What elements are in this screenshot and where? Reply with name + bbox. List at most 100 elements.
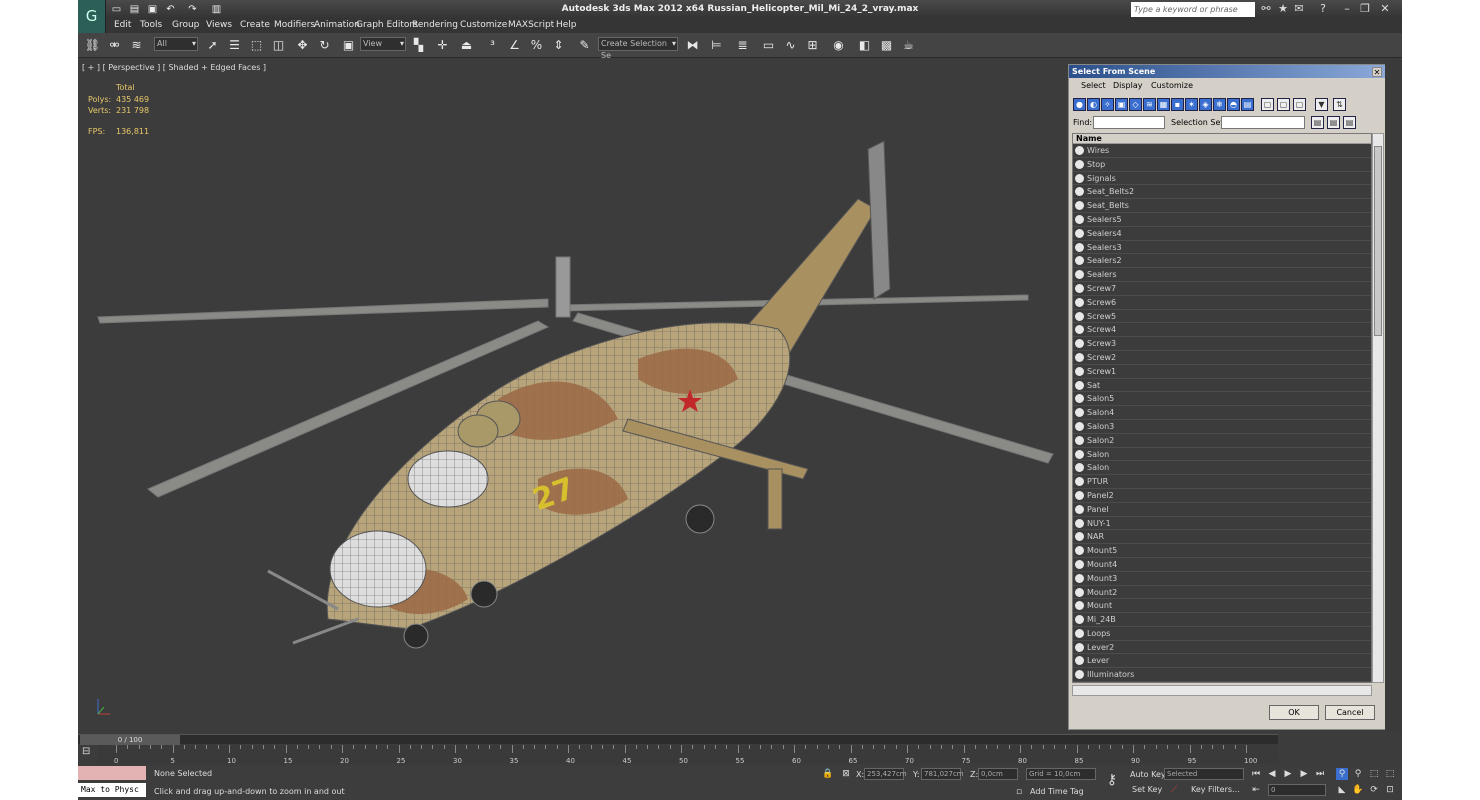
render-setup-icon[interactable]: ◧ xyxy=(856,37,873,54)
key-mode-toggle-icon[interactable]: ⇤ xyxy=(1250,784,1262,796)
z-coordinate-field[interactable]: 0,0cm xyxy=(978,768,1018,780)
list-item[interactable]: Mi_24B xyxy=(1073,613,1371,627)
list-item[interactable]: Illuminators xyxy=(1073,668,1371,682)
select-by-name-icon[interactable]: ☰ xyxy=(226,37,243,54)
list-item[interactable]: Screw1 xyxy=(1073,364,1371,379)
perspective-viewport[interactable]: [ + ] [ Perspective ] [ Shaded + Edged F… xyxy=(78,59,1068,731)
menu-group[interactable]: Group xyxy=(172,20,199,30)
graphite-ribbon-icon[interactable]: ▭ xyxy=(760,37,777,54)
select-invert-icon[interactable]: ▢ xyxy=(1293,98,1306,111)
new-file-icon[interactable]: ▭ xyxy=(110,3,123,16)
list-item[interactable]: Wires xyxy=(1073,144,1371,158)
curve-editor-icon[interactable]: ∿ xyxy=(782,37,799,54)
menu-animation[interactable]: Animation xyxy=(314,20,360,30)
bind-spacewarp-icon[interactable]: ≋ xyxy=(128,37,145,54)
display-lights-icon[interactable]: ✧ xyxy=(1101,98,1114,111)
display-geometry-icon[interactable]: ● xyxy=(1073,98,1086,111)
zoom-extents-all-icon[interactable]: ⬚ xyxy=(1384,768,1396,780)
zoom-all-icon[interactable]: ⚲ xyxy=(1352,768,1364,780)
project-folder-icon[interactable]: ▥ xyxy=(210,3,223,16)
percent-snap-icon[interactable]: % xyxy=(528,37,545,54)
edit-named-selection-icon[interactable]: ✎ xyxy=(576,37,593,54)
menu-views[interactable]: Views xyxy=(206,20,232,30)
list-item[interactable]: Salon2 xyxy=(1073,433,1371,448)
display-bones-icon[interactable]: ✶ xyxy=(1185,98,1198,111)
window-crossing-icon[interactable]: ◫ xyxy=(270,37,287,54)
material-editor-icon[interactable]: ◉ xyxy=(830,37,847,54)
selection-filter-dropdown[interactable]: All xyxy=(154,37,198,51)
absolute-mode-icon[interactable]: ⊠ xyxy=(840,768,852,780)
auto-key-button[interactable]: Auto Key xyxy=(1130,770,1166,779)
list-item[interactable]: Sealers xyxy=(1073,268,1371,282)
display-xrefs-icon[interactable]: ▪ xyxy=(1171,98,1184,111)
layer-manager-icon[interactable]: ≣ xyxy=(734,37,751,54)
list-item[interactable]: Mount xyxy=(1073,599,1371,614)
pan-view-icon[interactable]: ✋ xyxy=(1352,784,1364,796)
scale-icon[interactable]: ▣ xyxy=(340,37,357,54)
redo-icon[interactable]: ↷ xyxy=(186,3,199,16)
menu-maxscript[interactable]: MAXScript xyxy=(508,20,554,30)
save-file-icon[interactable]: ▣ xyxy=(146,3,159,16)
current-frame-field[interactable]: 0 xyxy=(1268,784,1326,796)
binoculars-icon[interactable]: ⚯ xyxy=(1259,2,1273,16)
time-slider[interactable]: 0 / 100 xyxy=(78,734,1278,745)
dialog-close-icon[interactable]: ✕ xyxy=(1372,67,1382,77)
pivot-center-icon[interactable]: ▚ xyxy=(410,37,427,54)
list-item[interactable]: Salon xyxy=(1073,447,1371,462)
list-item[interactable]: Signals xyxy=(1073,171,1371,186)
maxscript-mini-listener[interactable]: Max to Physc xyxy=(78,783,146,797)
add-to-set-icon[interactable]: ▤ xyxy=(1327,116,1340,129)
menu-modifiers[interactable]: Modifiers xyxy=(274,20,315,30)
scrollbar-thumb[interactable] xyxy=(1374,146,1382,336)
set-key-icon[interactable]: ⚷ xyxy=(1106,773,1118,787)
subscription-icon[interactable]: ★ xyxy=(1276,2,1290,16)
named-selection-dropdown[interactable]: Create Selection Se xyxy=(598,37,678,60)
angle-snap-icon[interactable]: ∠ xyxy=(506,37,523,54)
find-input[interactable] xyxy=(1093,116,1165,129)
orbit-icon[interactable]: ⟳ xyxy=(1368,784,1380,796)
list-item[interactable]: Salon3 xyxy=(1073,419,1371,434)
time-slider-thumb[interactable]: 0 / 100 xyxy=(80,735,180,745)
maximize-viewport-icon[interactable]: ⊡ xyxy=(1384,784,1396,796)
rotate-icon[interactable]: ↻ xyxy=(316,37,333,54)
link-icon[interactable]: ⛓ xyxy=(84,37,101,54)
list-item[interactable]: Sat xyxy=(1073,378,1371,393)
menu-help[interactable]: Help xyxy=(556,20,577,30)
sync-selection-icon[interactable]: ⇅ xyxy=(1333,98,1346,111)
y-coordinate-field[interactable]: 781,027cm xyxy=(921,768,964,780)
spinner-snap-icon[interactable]: ⇕ xyxy=(550,37,567,54)
ok-button[interactable]: OK xyxy=(1269,705,1319,720)
list-item[interactable]: Mount3 xyxy=(1073,571,1371,586)
horizontal-scrollbar[interactable] xyxy=(1072,685,1372,696)
select-object-icon[interactable]: ➚ xyxy=(204,37,221,54)
helicopter-model[interactable] xyxy=(78,59,1068,731)
unlink-icon[interactable]: ⚮ xyxy=(106,37,123,54)
keyboard-shortcut-icon[interactable]: ⏏ xyxy=(458,37,475,54)
communication-icon[interactable]: ✉ xyxy=(1292,2,1306,16)
zoom-icon[interactable]: ⚲ xyxy=(1336,768,1348,780)
move-icon[interactable]: ✥ xyxy=(294,37,311,54)
dialog-menu-select[interactable]: Select xyxy=(1081,81,1106,90)
key-filter-icon[interactable]: ⟋ xyxy=(1168,784,1180,796)
track-bar[interactable]: 0 5 10 15 20 25 30 35 40 45 50 55 60 65 70 75 80 85 90 95 10… xyxy=(98,745,1278,765)
render-production-icon[interactable]: ☕ xyxy=(900,37,917,54)
list-item[interactable]: Screw7 xyxy=(1073,281,1371,296)
lock-selection-icon[interactable]: 🔒 xyxy=(822,768,834,780)
selection-set-dropdown[interactable] xyxy=(1221,116,1305,129)
display-all-icon[interactable]: ▤ xyxy=(1241,98,1254,111)
filter-icon[interactable]: ▼ xyxy=(1315,98,1328,111)
key-mode-dropdown[interactable]: Selected xyxy=(1164,768,1244,780)
manipulate-icon[interactable]: ✛ xyxy=(434,37,451,54)
goto-end-icon[interactable]: ⏭ xyxy=(1314,768,1326,780)
next-frame-icon[interactable]: ▶ xyxy=(1298,768,1310,780)
menu-create[interactable]: Create xyxy=(240,20,270,30)
search-input[interactable]: Type a keyword or phrase xyxy=(1131,2,1255,17)
list-item[interactable]: Sealers5 xyxy=(1073,212,1371,227)
align-icon[interactable]: ⊨ xyxy=(708,37,725,54)
time-tag-icon[interactable]: ▫ xyxy=(1013,786,1025,798)
list-item[interactable]: Sealers3 xyxy=(1073,240,1371,255)
app-logo-icon[interactable]: G xyxy=(78,0,106,33)
maxscript-listener-box[interactable] xyxy=(78,766,146,780)
menu-rendering[interactable]: Rendering xyxy=(412,20,458,30)
list-item[interactable]: Lever xyxy=(1073,654,1371,669)
